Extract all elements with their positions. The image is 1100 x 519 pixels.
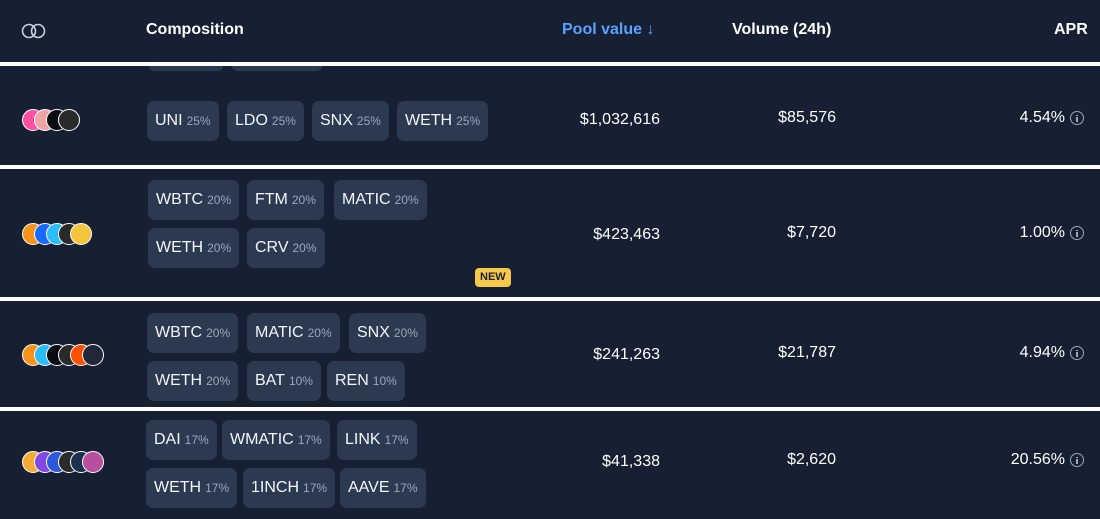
table-row[interactable]: UNI 25% LDO 25% SNX 25% WETH 25% $1,032,616 …	[0, 66, 1100, 165]
new-badge: NEW	[475, 268, 511, 287]
token-chip: DAI 17%	[146, 420, 217, 460]
token-chip: BAT 10%	[247, 361, 321, 401]
token-chip: MATIC 20%	[247, 313, 340, 353]
token-chip: WETH 20%	[148, 228, 240, 268]
token-chip: WETH 20%	[147, 361, 239, 401]
table-row[interactable]: WBTC 20% MATIC 20% SNX 20% WETH 20% BAT 10% R…	[0, 301, 1100, 407]
column-header-pool-value[interactable]: Pool value ↓	[562, 21, 654, 39]
info-icon[interactable]	[1070, 111, 1084, 125]
token-chip: AAVE 17%	[340, 468, 426, 508]
token-chip: WBTC 20%	[147, 313, 239, 353]
token-chip: LDO 25%	[227, 101, 304, 141]
table-row[interactable]: DAI 17% WMATIC 17% LINK 17% WETH 17% 1INCH 17…	[0, 411, 1100, 519]
pool-value: $423,463	[593, 226, 660, 243]
table-header: Composition Pool value ↓ Volume (24h) AP…	[0, 0, 1100, 62]
clipped-chip	[232, 66, 322, 71]
apr: 4.54%	[1020, 109, 1084, 127]
token-chip: SNX 25%	[312, 101, 389, 141]
volume: $2,620	[787, 451, 836, 468]
pool-tokens-icon	[21, 23, 46, 39]
column-header-volume[interactable]: Volume (24h)	[732, 21, 831, 39]
pool-value: $241,263	[593, 346, 660, 363]
apr-value: 1.00%	[1019, 224, 1065, 241]
token-chip: CRV 20%	[247, 228, 325, 268]
token-chip: WETH 17%	[146, 468, 238, 508]
token-chip: UNI 25%	[147, 101, 219, 141]
aave-icon	[82, 451, 104, 473]
apr-value: 4.94%	[1019, 344, 1065, 361]
column-header-apr[interactable]: APR	[1054, 21, 1088, 39]
pool-value: $41,338	[602, 453, 660, 470]
volume: $85,576	[778, 109, 836, 126]
apr: 1.00%	[1020, 224, 1084, 242]
column-header-composition: Composition	[146, 21, 244, 38]
token-chip: REN 10%	[327, 361, 405, 401]
table-row[interactable]: WBTC 20% FTM 20% MATIC 20% WETH 20% CRV 20% $…	[0, 169, 1100, 297]
token-chip: 1INCH 17%	[243, 468, 336, 508]
volume: $21,787	[778, 344, 836, 361]
apr-value: 4.54%	[1019, 109, 1065, 126]
apr: 20.56%	[1011, 451, 1084, 469]
token-chip: WBTC 20%	[148, 180, 240, 220]
ren-icon	[82, 344, 104, 366]
token-chip: SNX 20%	[349, 313, 426, 353]
info-icon[interactable]	[1070, 226, 1084, 240]
crv-icon	[70, 223, 92, 245]
apr-value: 20.56%	[1010, 451, 1065, 468]
clipped-chip	[149, 66, 223, 71]
volume: $7,720	[787, 224, 836, 241]
token-chip: WMATIC 17%	[222, 420, 330, 460]
pool-value: $1,032,616	[579, 111, 660, 128]
token-chip: FTM 20%	[247, 180, 324, 220]
token-chip: MATIC 20%	[334, 180, 427, 220]
apr: 4.94%	[1020, 344, 1084, 362]
token-chip: LINK 17%	[337, 420, 417, 460]
token-chip: WETH 25%	[397, 101, 489, 141]
info-icon[interactable]	[1070, 453, 1084, 467]
weth-icon	[58, 109, 80, 131]
info-icon[interactable]	[1070, 346, 1084, 360]
